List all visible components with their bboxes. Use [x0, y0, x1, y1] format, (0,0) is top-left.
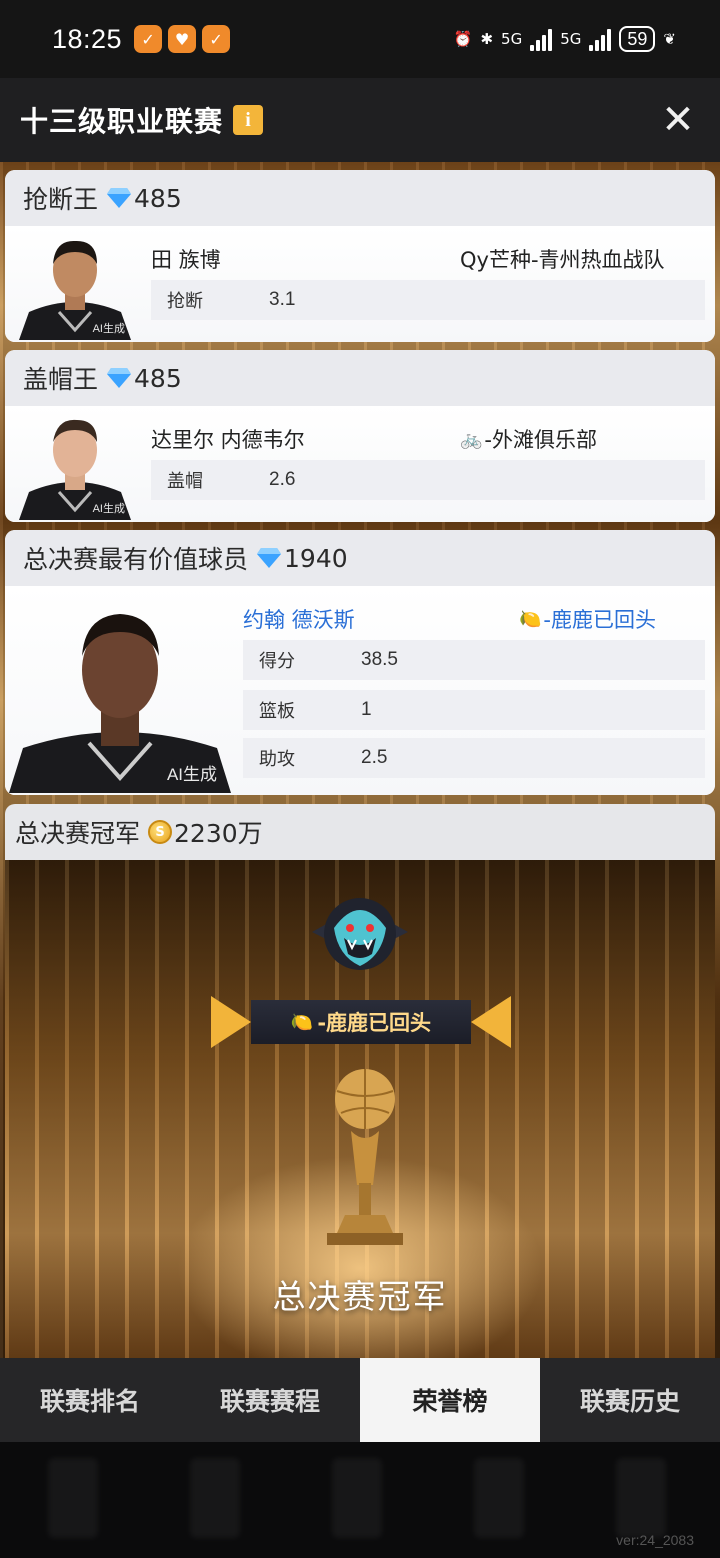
tab-league-history[interactable]: 联赛历史: [540, 1358, 720, 1442]
blurred-nav-item: [474, 1458, 524, 1538]
app-notification-icon: ✓: [202, 25, 231, 53]
heart-notification-icon: ♥: [168, 25, 197, 53]
award-header: 抢断王 485: [5, 170, 715, 226]
status-time: 18:25: [52, 23, 123, 54]
award-title: 抢断王: [23, 185, 99, 214]
stat-label: 盖帽: [167, 471, 203, 492]
app-notification-icon: ✓: [134, 25, 163, 53]
champion-title: 总决赛冠军: [15, 819, 141, 848]
tab-league-ranking[interactable]: 联赛排名: [0, 1358, 180, 1442]
close-button[interactable]: ✕: [656, 100, 700, 140]
alarm-icon: ⏰: [453, 30, 473, 48]
coin-icon: S: [148, 820, 173, 844]
stat-row: 篮板 1: [243, 690, 705, 730]
team-name-wrapper[interactable]: 🍋 -鹿鹿已回头: [519, 604, 656, 634]
champion-stage: 🍋 -鹿鹿已回头 总决赛冠军: [5, 860, 715, 1358]
award-reward: 485: [134, 183, 182, 213]
chevron-left-decoration: [211, 996, 251, 1048]
stat-row: 抢断 3.1: [151, 280, 705, 320]
award-title: 盖帽王: [23, 365, 99, 394]
stat-row: 助攻 2.5: [243, 738, 705, 778]
award-body: AI生成 达里尔 内德韦尔 🚲 -外滩俱乐部 盖帽 2.6: [5, 406, 715, 522]
award-card-mvp: 总决赛最有价值球员 1940 AI生成 约翰 德沃斯 🍋 -鹿鹿已回头 得分 3…: [5, 530, 715, 795]
chevron-right-decoration: [471, 996, 511, 1048]
award-body: AI生成 约翰 德沃斯 🍋 -鹿鹿已回头 得分 38.5 篮板 1 助攻 2.5: [5, 586, 715, 795]
stat-row: 得分 38.5: [243, 640, 705, 680]
mvp-player-avatar[interactable]: AI生成: [9, 598, 231, 793]
info-button[interactable]: i: [233, 105, 264, 135]
status-right: ⏰ ✱ 5G 5G 59 ❦: [454, 26, 676, 52]
champion-team-banner: 🍋 -鹿鹿已回头: [201, 992, 521, 1052]
award-body: AI生成 田 族博 Qy芒种-青州热血战队 抢断 3.1: [5, 226, 715, 342]
diamond-icon: [107, 368, 132, 388]
champion-team-name: -鹿鹿已回头: [317, 1011, 432, 1035]
player-name[interactable]: 约翰 德沃斯: [243, 604, 355, 634]
tab-honor-roll[interactable]: 荣誉榜: [360, 1358, 540, 1442]
tab-league-schedule[interactable]: 联赛赛程: [180, 1358, 360, 1442]
version-label: ver:24_2083: [616, 1532, 694, 1548]
lemon-icon: 🍋: [519, 608, 542, 630]
team-name: -外滩俱乐部: [484, 428, 597, 452]
notification-icons: ✓ ♥ ✓: [134, 25, 231, 53]
diamond-icon: [107, 188, 132, 208]
champion-reward: 2230万: [174, 819, 263, 848]
status-bar: 18:25 ✓ ♥ ✓ ⏰ ✱ 5G 5G 59 ❦: [0, 0, 720, 78]
bottom-tab-bar: 联赛排名 联赛赛程 荣誉榜 联赛历史: [0, 1358, 720, 1442]
stat-label: 得分: [259, 651, 295, 672]
blurred-nav-item: [48, 1458, 98, 1538]
battery-indicator: 59: [619, 26, 656, 52]
award-header: 盖帽王 485: [5, 350, 715, 406]
bluetooth-icon: ✱: [480, 30, 494, 48]
leaf-icon: ❦: [663, 30, 676, 48]
stat-value: 3.1: [269, 289, 296, 310]
page-title: 十三级职业联赛: [20, 105, 224, 138]
award-title: 总决赛最有价值球员: [23, 545, 249, 574]
trophy-icon: [327, 1069, 403, 1245]
champion-caption: 总决赛冠军: [272, 1277, 448, 1316]
blurred-nav-item: [190, 1458, 240, 1538]
signal-icon: [589, 27, 612, 51]
blurred-nav-item: [332, 1458, 382, 1538]
team-name[interactable]: Qy芒种-青州热血战队: [460, 244, 665, 274]
player-avatar[interactable]: AI生成: [19, 410, 131, 520]
blurred-bottom-nav: ver:24_2083: [0, 1442, 720, 1558]
team-name: -鹿鹿已回头: [543, 608, 656, 632]
stat-label: 助攻: [259, 749, 295, 770]
ai-generated-tag: AI生成: [166, 765, 217, 784]
page-header: 十三级职业联赛 i ✕: [0, 78, 720, 162]
award-card-blocks: 盖帽王 485 AI生成 达里尔 内德韦尔 🚲 -外滩俱乐部 盖帽 2.6: [5, 350, 715, 522]
stat-value: 2.5: [361, 747, 388, 768]
blurred-nav-item: [616, 1458, 666, 1538]
award-header: 总决赛最有价值球员 1940: [5, 530, 715, 586]
ai-generated-tag: AI生成: [92, 323, 125, 335]
team-logo-icon[interactable]: [310, 882, 410, 982]
signal-icon: [530, 27, 553, 51]
ai-generated-tag: AI生成: [92, 503, 125, 515]
bicycle-icon: 🚲: [460, 428, 483, 450]
network-type-1: 5G: [501, 30, 523, 48]
award-reward: 485: [134, 363, 182, 393]
player-name[interactable]: 达里尔 内德韦尔: [151, 424, 305, 454]
champion-team-name-wrapper[interactable]: 🍋 -鹿鹿已回头: [251, 1000, 471, 1044]
stat-row: 盖帽 2.6: [151, 460, 705, 500]
champion-header: 总决赛冠军 S 2230万: [5, 804, 715, 860]
lemon-icon: 🍋: [290, 1011, 314, 1033]
award-card-steals: 抢断王 485 AI生成 田 族博 Qy芒种-青州热血战队 抢断 3.1: [5, 170, 715, 342]
team-name-wrapper[interactable]: 🚲 -外滩俱乐部: [460, 424, 597, 454]
player-avatar[interactable]: AI生成: [19, 230, 131, 340]
stat-label: 篮板: [259, 701, 295, 722]
player-name[interactable]: 田 族博: [151, 244, 221, 274]
award-reward: 1940: [284, 543, 348, 573]
stat-value: 2.6: [269, 469, 296, 490]
network-type-2: 5G: [560, 30, 582, 48]
stat-label: 抢断: [167, 291, 203, 312]
stat-value: 1: [361, 699, 372, 720]
diamond-icon: [257, 548, 282, 568]
stat-value: 38.5: [361, 649, 398, 670]
